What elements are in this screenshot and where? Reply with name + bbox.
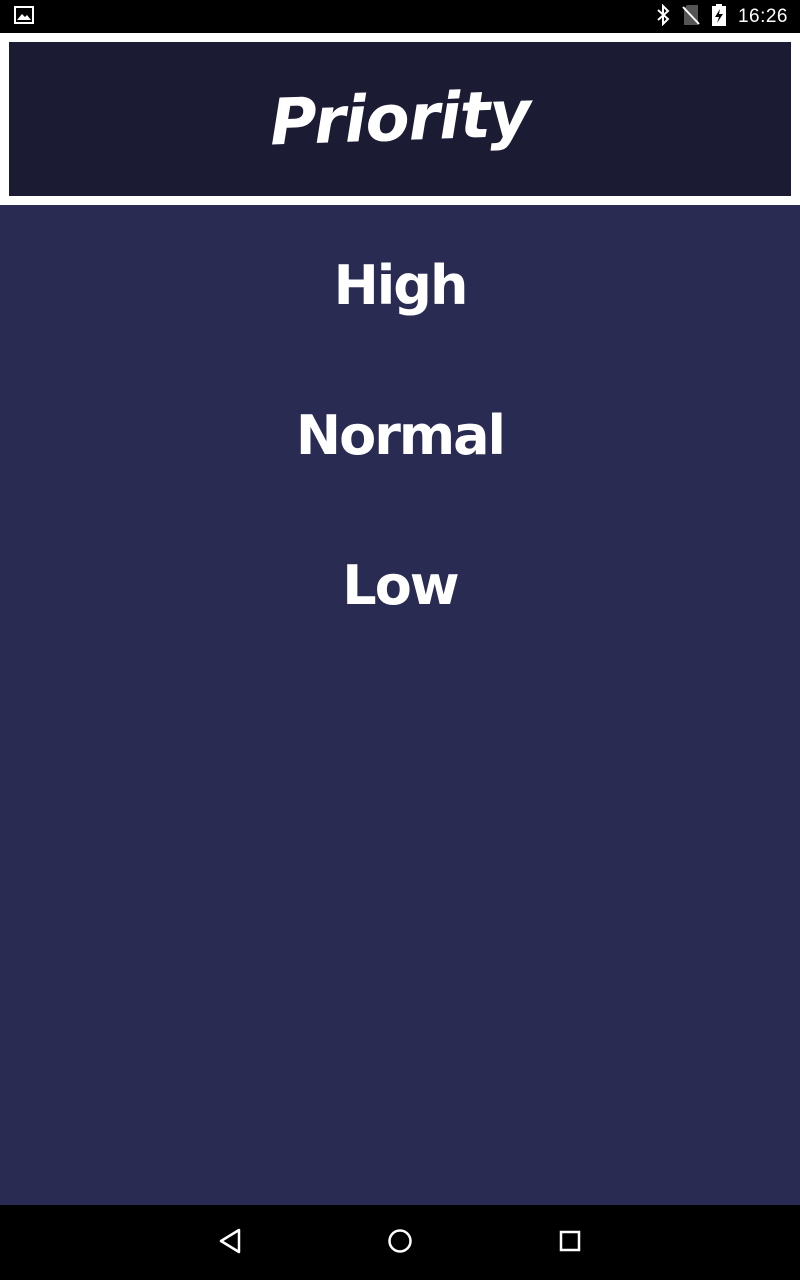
status-time: 16:26 (737, 5, 788, 27)
priority-option-high[interactable]: High (0, 230, 800, 340)
bluetooth-icon (656, 3, 670, 30)
priority-option-normal[interactable]: Normal (0, 380, 800, 490)
page-title: Priority (268, 77, 532, 161)
status-bar: 16:26 (0, 0, 800, 33)
header-frame: Priority (0, 33, 800, 205)
recents-button[interactable] (540, 1225, 600, 1261)
back-button[interactable] (200, 1225, 260, 1261)
priority-list: High Normal Low (0, 205, 800, 1205)
home-button[interactable] (370, 1225, 430, 1261)
header: Priority (9, 42, 791, 196)
no-sim-icon (682, 4, 700, 30)
priority-option-low[interactable]: Low (0, 530, 800, 640)
option-label: High (333, 253, 469, 317)
option-label: Normal (295, 403, 506, 467)
image-notification-icon (14, 5, 34, 28)
home-icon (386, 1227, 414, 1259)
option-label: Low (342, 553, 459, 617)
navigation-bar (0, 1205, 800, 1280)
back-icon (217, 1227, 243, 1259)
recents-icon (557, 1228, 583, 1258)
battery-charging-icon (711, 3, 726, 30)
